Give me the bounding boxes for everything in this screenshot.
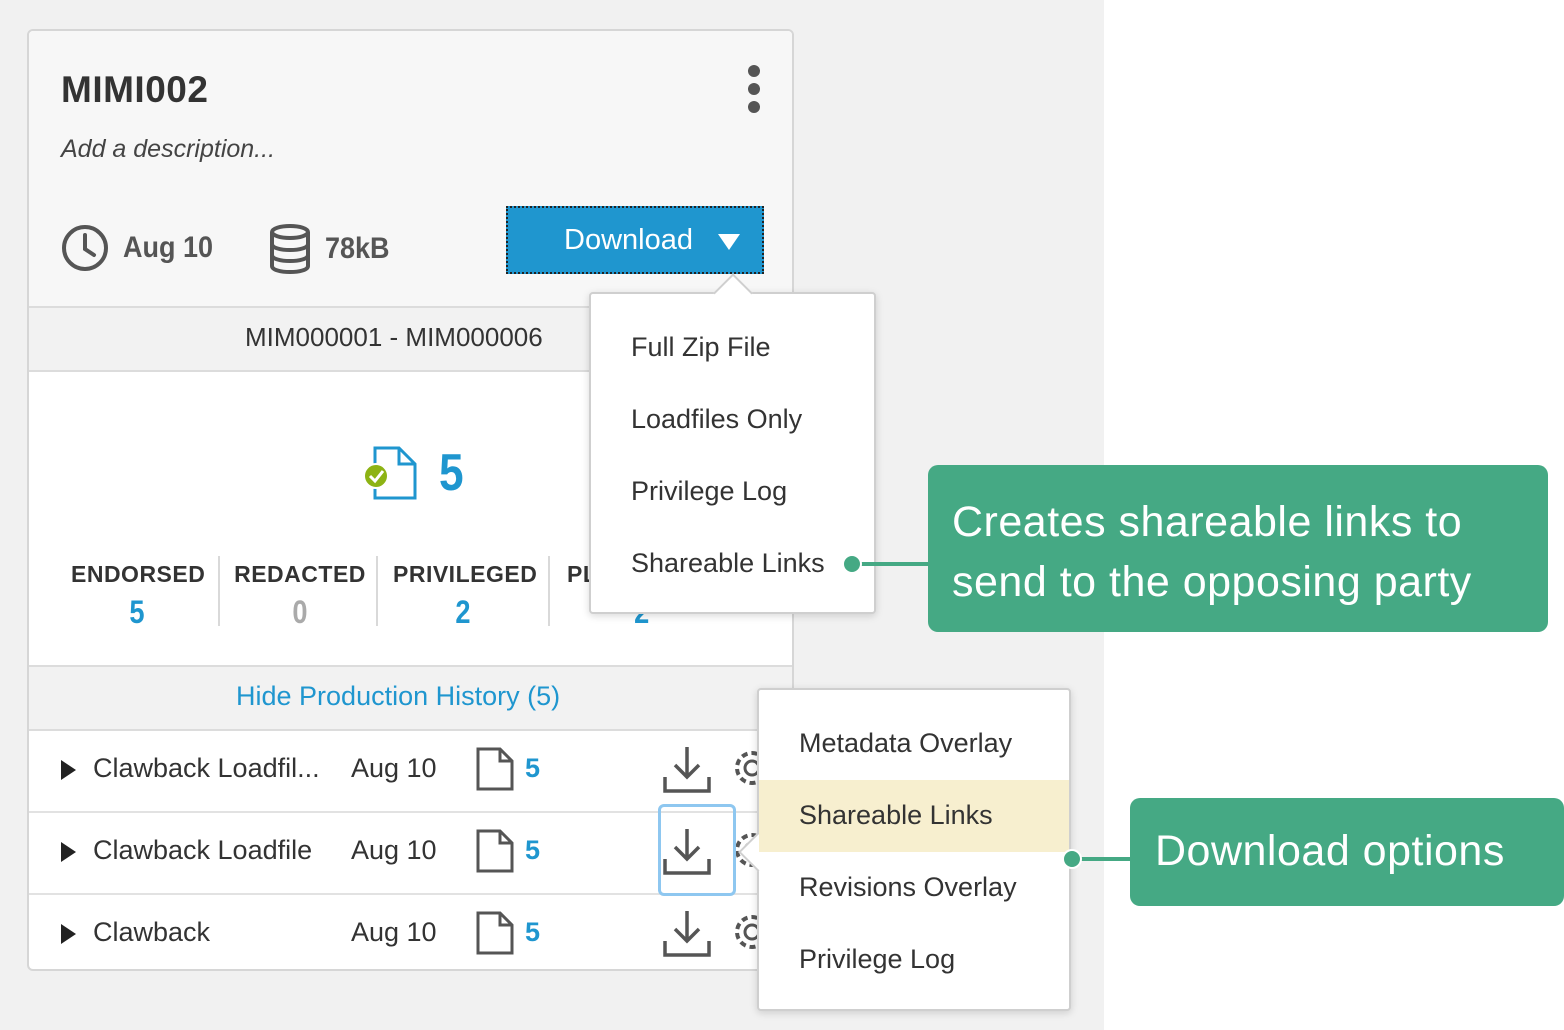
menu-item-metadata-overlay[interactable]: Metadata Overlay [759,708,1069,780]
production-title: MIMI002 [61,69,209,110]
menu-item-loadfiles-only[interactable]: Loadfiles Only [591,384,874,456]
stat-privileged: PRIVILEGED 2 [393,561,538,631]
menu-item-full-zip[interactable]: Full Zip File [591,312,874,384]
bates-range: MIM000001 - MIM000006 [245,322,543,352]
download-icon[interactable] [661,743,713,795]
download-focus-ring [658,804,736,896]
document-count: 5 [363,443,468,503]
document-icon [476,829,514,873]
row-name: Clawback Loadfile [93,835,313,865]
download-dropdown: Full Zip File Loadfiles Only Privilege L… [589,273,876,614]
menu-item-privilege-log[interactable]: Privilege Log [591,456,874,528]
production-date: Aug 10 [61,224,223,272]
menu-item-privilege-log[interactable]: Privilege Log [759,924,1069,996]
expand-icon[interactable] [61,842,76,862]
description-field[interactable]: Add a description... [61,135,275,164]
stat-value: 2 [455,594,471,630]
callout-dot [1062,849,1082,869]
caret-down-icon [718,234,740,250]
history-row[interactable]: Clawback Aug 10 5 [29,893,792,969]
date-text: Aug 10 [123,231,214,264]
stat-redacted: REDACTED 0 [234,561,366,631]
row-download-dropdown: Metadata Overlay Shareable Links Revisio… [738,688,1071,1011]
stat-label: REDACTED [234,561,366,587]
document-check-icon [363,446,417,500]
stat-label: ENDORSED [71,561,206,587]
menu-item-revisions-overlay[interactable]: Revisions Overlay [759,852,1069,924]
callout-dot [842,554,862,574]
divider [548,556,550,626]
card-header: MIMI002 Add a description... Aug 10 78kB… [29,31,792,308]
stat-value: 5 [129,594,145,630]
row-date: Aug 10 [351,917,437,947]
expand-icon[interactable] [61,760,76,780]
history-row[interactable]: Clawback Loadfil... Aug 10 5 [29,729,792,813]
callout-line: Creates shareable links to [952,498,1463,546]
size-text: 78kB [325,232,390,265]
callout-line: Download options [1155,827,1505,875]
document-count-value: 5 [439,444,464,502]
divider [218,556,220,626]
expand-icon[interactable] [61,924,76,944]
production-size: 78kB [269,224,397,274]
stat-value: 0 [292,594,308,630]
row-name: Clawback [93,917,211,947]
clock-icon [62,225,108,271]
row-count[interactable]: 5 [525,753,540,784]
download-button-label: Download [564,223,693,256]
download-button[interactable]: Download [506,206,764,274]
shareable-links-callout: Creates shareable links to send to the o… [928,465,1548,632]
row-date: Aug 10 [351,835,437,865]
row-name: Clawback Loadfil... [93,753,320,783]
callout-connector [852,562,932,566]
download-options-callout: Download options [1130,798,1564,906]
document-icon [476,747,514,791]
more-options-icon[interactable] [744,65,764,113]
divider [376,556,378,626]
stat-label: PRIVILEGED [393,561,538,587]
stat-endorsed: ENDORSED 5 [71,561,206,631]
document-icon [476,911,514,955]
callout-line: send to the opposing party [952,558,1472,606]
row-count[interactable]: 5 [525,917,540,948]
row-date: Aug 10 [351,753,437,783]
menu-item-shareable-links-highlighted[interactable]: Shareable Links [759,780,1069,852]
history-toggle-bar: Hide Production History (5) [29,665,792,731]
download-icon[interactable] [661,907,713,959]
row-count[interactable]: 5 [525,835,540,866]
database-icon [270,224,310,274]
hide-history-link[interactable]: Hide Production History (5) [236,681,560,712]
menu-item-shareable-links[interactable]: Shareable Links [591,528,874,600]
